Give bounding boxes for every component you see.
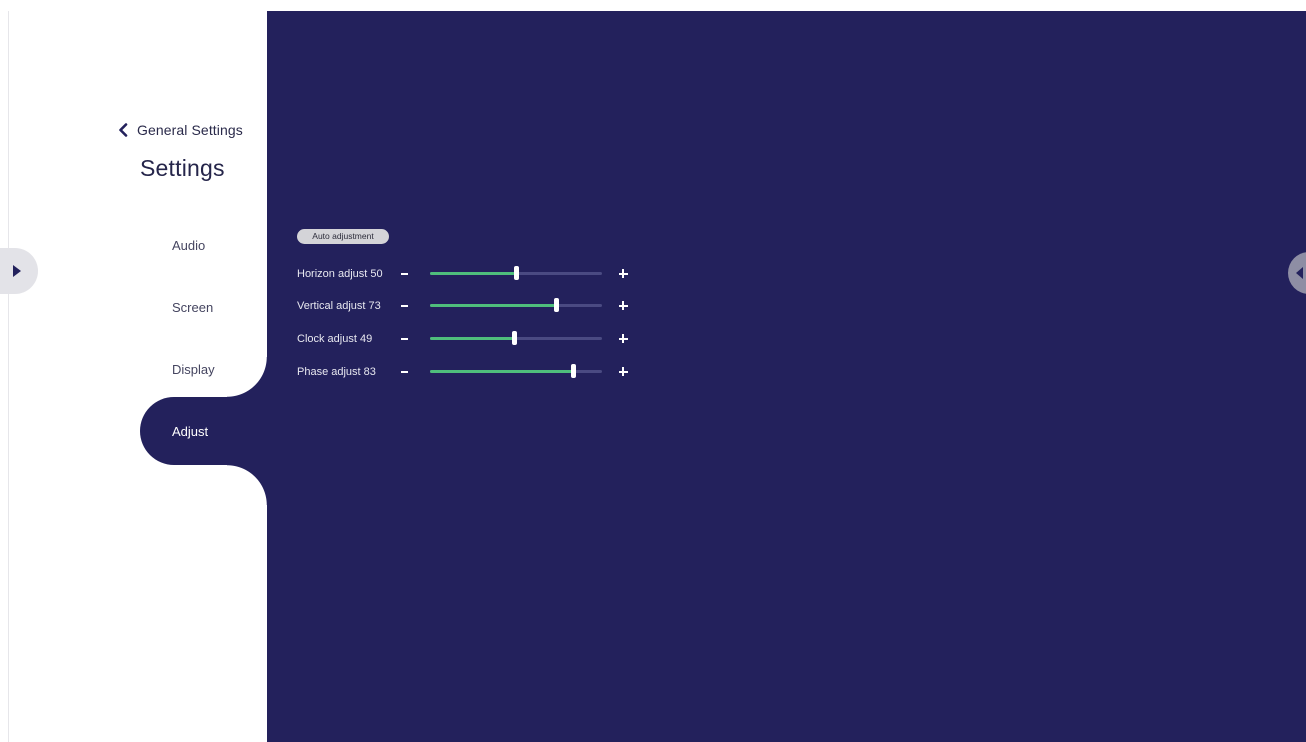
slider-fill bbox=[430, 370, 573, 373]
nav-item-adjust[interactable]: Adjust bbox=[172, 424, 208, 439]
slider-fill bbox=[430, 337, 515, 340]
slider-thumb[interactable] bbox=[570, 364, 576, 378]
slider-label: Vertical adjust 73 bbox=[297, 300, 381, 312]
tab-connector-top bbox=[227, 357, 267, 397]
horizon-adjust-row: Horizon adjust 50 bbox=[297, 266, 637, 282]
phase-adjust-slider[interactable] bbox=[430, 364, 602, 378]
back-button[interactable]: General Settings bbox=[118, 121, 243, 139]
slider-thumb[interactable] bbox=[514, 266, 519, 280]
slider-label: Horizon adjust 50 bbox=[297, 268, 383, 280]
slider-fill bbox=[430, 304, 556, 307]
clock-adjust-slider[interactable] bbox=[430, 331, 602, 345]
slider-thumb[interactable] bbox=[512, 331, 518, 345]
tab-connector-bottom bbox=[227, 465, 267, 505]
slider-fill bbox=[430, 272, 516, 275]
phase-adjust-row: Phase adjust 83 bbox=[297, 364, 637, 380]
chevron-left-icon bbox=[119, 123, 128, 137]
slider-label: Clock adjust 49 bbox=[297, 333, 373, 345]
clock-adjust-row: Clock adjust 49 bbox=[297, 331, 637, 347]
nav-item-screen[interactable]: Screen bbox=[172, 300, 213, 315]
chevron-left-icon bbox=[1296, 267, 1303, 279]
decrease-button[interactable] bbox=[401, 371, 408, 373]
play-arrow-icon bbox=[13, 265, 21, 277]
auto-adjustment-button[interactable]: Auto adjustment bbox=[297, 229, 389, 244]
nav-item-display[interactable]: Display bbox=[172, 362, 215, 377]
slider-thumb[interactable] bbox=[553, 298, 559, 312]
increase-button[interactable] bbox=[619, 367, 628, 376]
increase-button[interactable] bbox=[619, 301, 628, 310]
settings-window: General Settings Settings Audio Screen D… bbox=[0, 0, 1306, 742]
increase-button[interactable] bbox=[619, 334, 628, 343]
decrease-button[interactable] bbox=[401, 273, 408, 275]
decrease-button[interactable] bbox=[401, 338, 408, 340]
horizon-adjust-slider[interactable] bbox=[430, 266, 602, 280]
vertical-adjust-row: Vertical adjust 73 bbox=[297, 298, 637, 314]
back-label: General Settings bbox=[137, 122, 243, 138]
page-title: Settings bbox=[140, 155, 225, 181]
vertical-adjust-slider[interactable] bbox=[430, 298, 602, 312]
increase-button[interactable] bbox=[619, 269, 628, 278]
slider-label: Phase adjust 83 bbox=[297, 366, 376, 378]
nav-item-audio[interactable]: Audio bbox=[172, 238, 205, 253]
decrease-button[interactable] bbox=[401, 305, 408, 307]
